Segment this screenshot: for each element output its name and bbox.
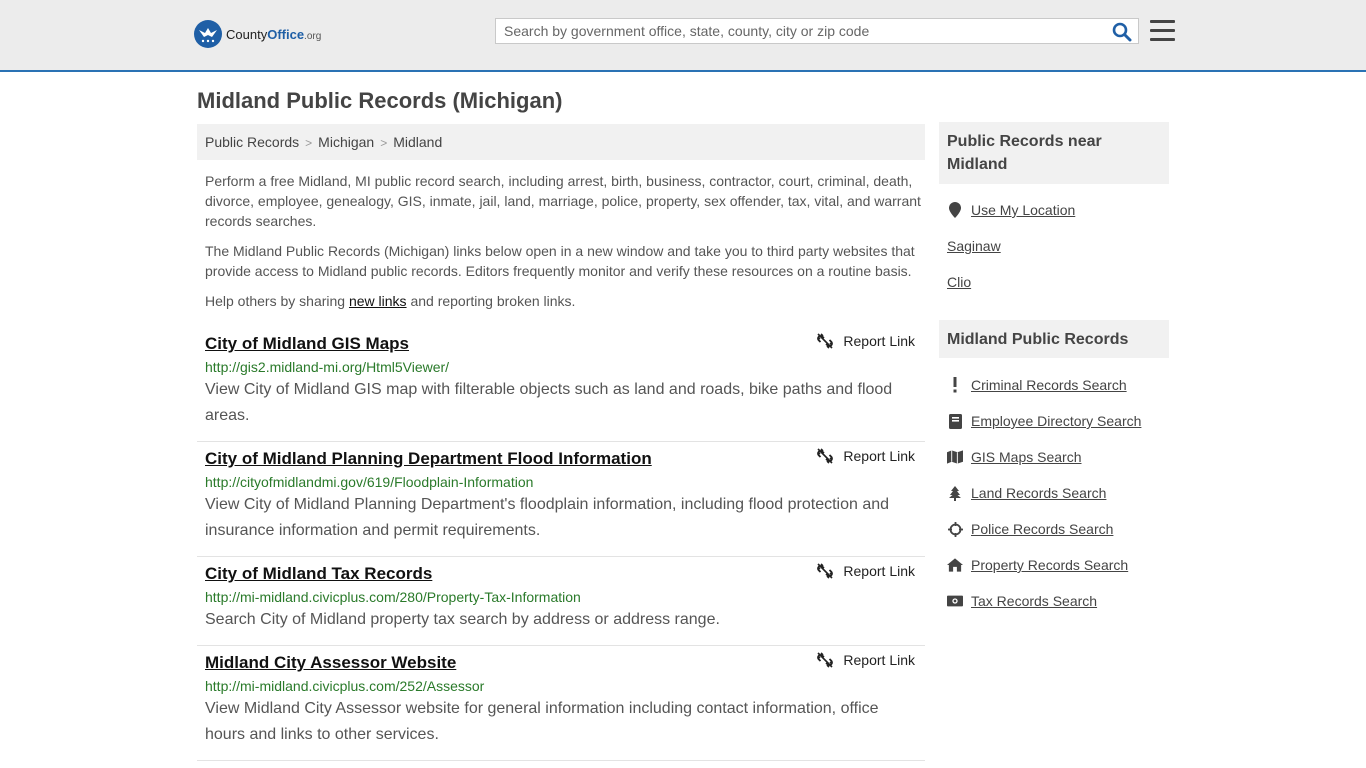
result-item: City of Midland Tax Records Report Link … — [197, 557, 925, 646]
sidebar-nearby: Public Records near Midland Use My Locat… — [939, 122, 1169, 300]
logo-county: County — [226, 26, 268, 42]
report-link-button[interactable]: Report Link — [817, 652, 915, 668]
search-box — [495, 18, 1139, 44]
result-item: City of Midland Planning Department Floo… — [197, 442, 925, 557]
broken-link-icon — [817, 448, 834, 464]
eagle-logo-icon — [194, 20, 222, 48]
result-title-link[interactable]: City of Midland Planning Department Floo… — [205, 446, 652, 472]
gis-maps-search-link[interactable]: GIS Maps Search — [971, 449, 1082, 465]
report-link-label: Report Link — [843, 652, 915, 668]
tree-icon — [947, 485, 963, 501]
site-logo[interactable]: CountyOffice.org — [194, 20, 321, 48]
breadcrumb: Public Records > Michigan > Midland — [197, 124, 925, 160]
results-list: City of Midland GIS Maps Report Link htt… — [197, 327, 925, 761]
result-title-link[interactable]: City of Midland Tax Records — [205, 561, 432, 587]
records-item-gis: GIS Maps Search — [939, 439, 1169, 475]
property-records-search-link[interactable]: Property Records Search — [971, 557, 1128, 573]
intro-p3-after: and reporting broken links. — [406, 293, 576, 309]
map-icon — [947, 450, 963, 464]
records-item-property: Property Records Search — [939, 547, 1169, 583]
records-list: Criminal Records Search Employee Directo… — [939, 367, 1169, 619]
breadcrumb-public-records[interactable]: Public Records — [205, 134, 299, 150]
search-icon[interactable] — [1112, 22, 1132, 42]
records-item-police: Police Records Search — [939, 511, 1169, 547]
house-icon — [947, 558, 963, 572]
criminal-records-search-link[interactable]: Criminal Records Search — [971, 377, 1127, 393]
logo-office: Office — [267, 26, 305, 42]
result-item: City of Midland GIS Maps Report Link htt… — [197, 327, 925, 442]
logo-org: .org — [304, 30, 322, 42]
records-item-employee: Employee Directory Search — [939, 403, 1169, 439]
result-url: http://gis2.midland-mi.org/Html5Viewer/ — [205, 359, 450, 375]
nearby-item-saginaw: Saginaw — [939, 228, 1169, 264]
search-input[interactable] — [496, 19, 1104, 43]
land-records-search-link[interactable]: Land Records Search — [971, 485, 1106, 501]
sidebar-nearby-title: Public Records near Midland — [939, 122, 1169, 184]
sidebar-records: Midland Public Records Criminal Records … — [939, 320, 1169, 619]
location-pin-icon — [947, 202, 963, 218]
result-url: http://cityofmidlandmi.gov/619/Floodplai… — [205, 474, 534, 490]
book-icon — [947, 413, 963, 429]
sidebar-records-title: Midland Public Records — [939, 320, 1169, 358]
intro-text: Perform a free Midland, MI public record… — [205, 171, 921, 321]
clio-link[interactable]: Clio — [947, 274, 971, 290]
records-item-criminal: Criminal Records Search — [939, 367, 1169, 403]
exclamation-icon — [947, 377, 963, 393]
nearby-item-clio: Clio — [939, 264, 1169, 300]
tax-records-search-link[interactable]: Tax Records Search — [971, 593, 1097, 609]
broken-link-icon — [817, 652, 834, 668]
report-link-label: Report Link — [843, 448, 915, 464]
chevron-right-icon: > — [380, 136, 388, 150]
new-links-link[interactable]: new links — [349, 293, 407, 309]
money-icon — [947, 595, 963, 607]
broken-link-icon — [817, 563, 834, 579]
result-title-link[interactable]: Midland City Assessor Website — [205, 650, 456, 676]
hamburger-menu-icon[interactable] — [1150, 20, 1175, 41]
records-item-land: Land Records Search — [939, 475, 1169, 511]
broken-link-icon — [817, 333, 834, 349]
result-description: View Midland City Assessor website for g… — [205, 700, 879, 743]
result-description: Search City of Midland property tax sear… — [205, 611, 720, 628]
top-bar: CountyOffice.org — [0, 0, 1366, 72]
report-link-button[interactable]: Report Link — [817, 563, 915, 579]
page-title: Midland Public Records (Michigan) — [197, 88, 563, 113]
report-link-label: Report Link — [843, 333, 915, 349]
result-url: http://mi-midland.civicplus.com/280/Prop… — [205, 589, 581, 605]
result-description: View City of Midland Planning Department… — [205, 496, 890, 539]
logo-wordmark: CountyOffice.org — [226, 27, 321, 42]
chevron-right-icon: > — [305, 136, 313, 150]
result-title-link[interactable]: City of Midland GIS Maps — [205, 331, 409, 357]
breadcrumb-michigan[interactable]: Michigan — [318, 134, 374, 150]
intro-p3-before: Help others by sharing — [205, 293, 349, 309]
intro-paragraph-3: Help others by sharing new links and rep… — [205, 291, 921, 311]
result-description: View City of Midland GIS map with filter… — [205, 381, 893, 424]
intro-paragraph-1: Perform a free Midland, MI public record… — [205, 173, 921, 229]
saginaw-link[interactable]: Saginaw — [947, 238, 1001, 254]
result-item: Midland City Assessor Website Report Lin… — [197, 646, 925, 761]
crosshair-icon — [947, 521, 963, 537]
nearby-list: Use My Location Saginaw Clio — [939, 192, 1169, 300]
breadcrumb-midland[interactable]: Midland — [393, 134, 442, 150]
report-link-label: Report Link — [843, 563, 915, 579]
employee-directory-search-link[interactable]: Employee Directory Search — [971, 413, 1141, 429]
records-item-tax: Tax Records Search — [939, 583, 1169, 619]
police-records-search-link[interactable]: Police Records Search — [971, 521, 1113, 537]
report-link-button[interactable]: Report Link — [817, 448, 915, 464]
use-my-location-link[interactable]: Use My Location — [971, 202, 1075, 218]
intro-paragraph-2: The Midland Public Records (Michigan) li… — [205, 243, 915, 279]
result-url: http://mi-midland.civicplus.com/252/Asse… — [205, 678, 485, 694]
nearby-item-use-my-location: Use My Location — [939, 192, 1169, 228]
report-link-button[interactable]: Report Link — [817, 333, 915, 349]
